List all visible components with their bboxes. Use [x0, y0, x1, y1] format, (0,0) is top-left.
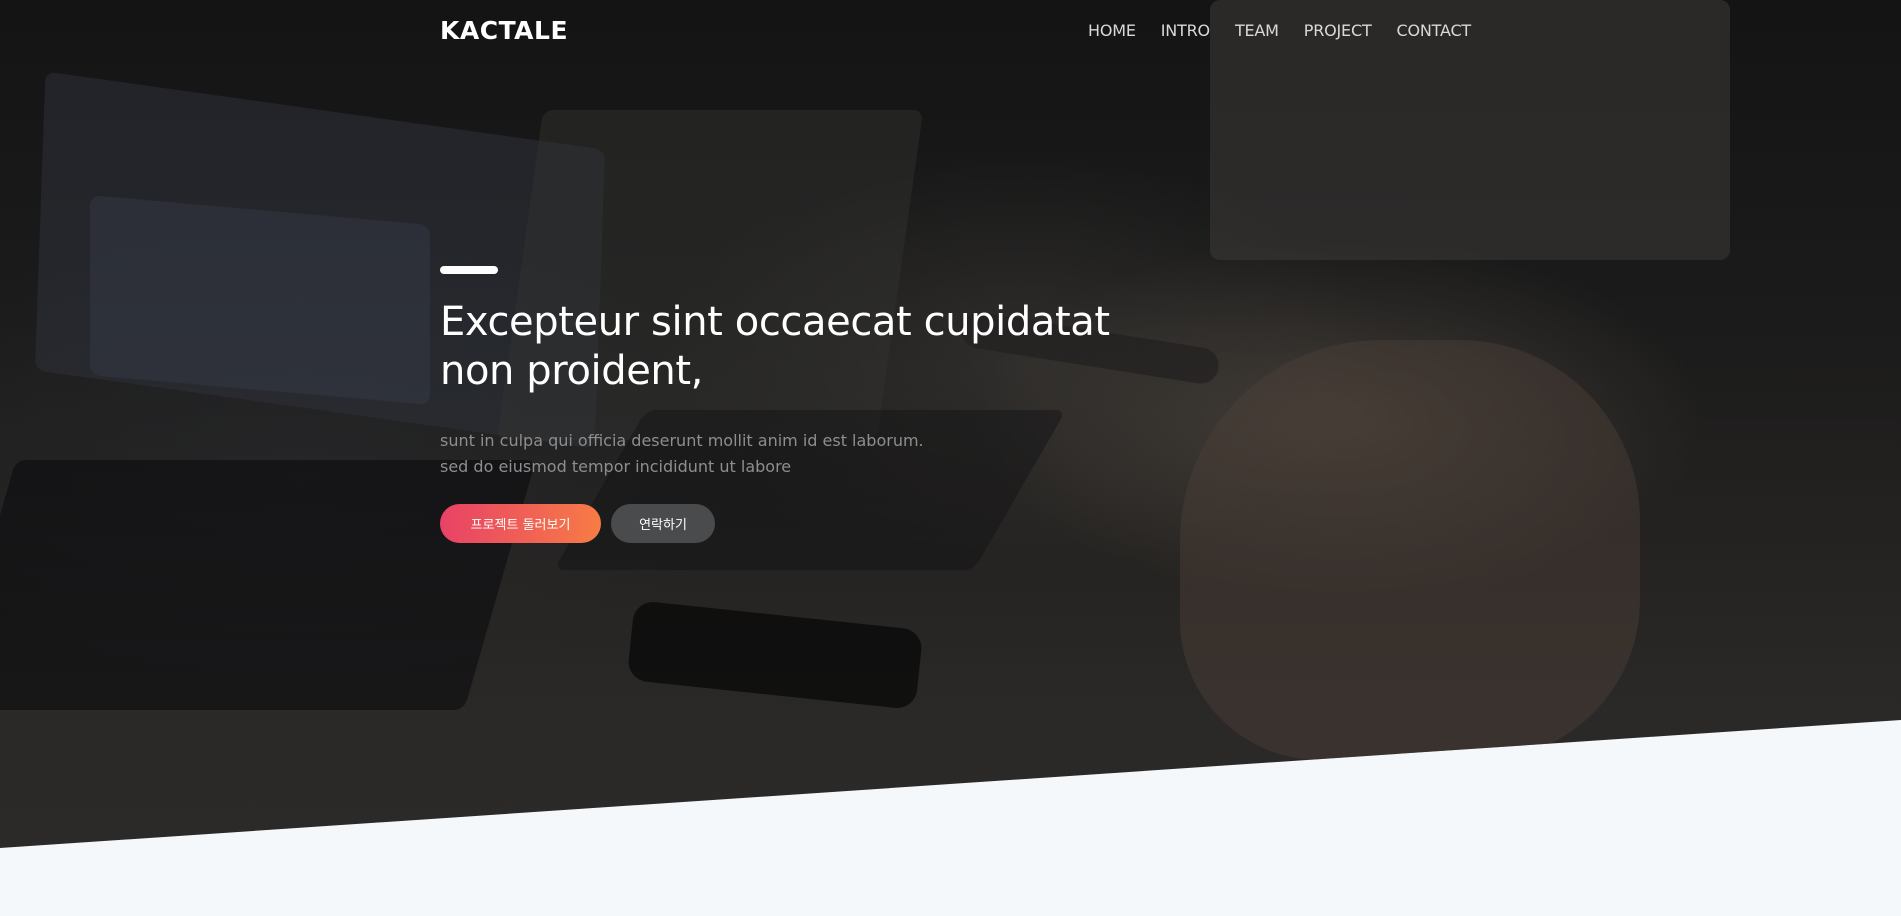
nav-item-intro[interactable]: INTRO: [1161, 21, 1210, 40]
nav-item-home[interactable]: HOME: [1088, 21, 1136, 40]
hero-subtitle-line-2: sed do eiusmod tempor incididunt ut labo…: [440, 457, 792, 476]
hero-subtitle: sunt in culpa qui officia deserunt molli…: [440, 428, 1000, 480]
background-hand: [1180, 340, 1640, 760]
contact-button[interactable]: 연락하기: [611, 504, 715, 543]
nav-item-project[interactable]: PROJECT: [1304, 21, 1372, 40]
main-nav: HOME INTRO TEAM PROJECT CONTACT: [1088, 21, 1496, 40]
hero-subtitle-line-1: sunt in culpa qui officia deserunt molli…: [440, 431, 924, 450]
explore-projects-button[interactable]: 프로젝트 둘러보기: [440, 504, 601, 543]
background-laptop-keyboard: [0, 460, 536, 710]
brand-logo[interactable]: KACTALE: [440, 16, 568, 45]
hero-title-line-1: Excepteur sint occaecat cupidatat: [440, 299, 1110, 345]
nav-item-contact[interactable]: CONTACT: [1397, 21, 1472, 40]
background-phone: [626, 600, 924, 710]
landing-page: KACTALE HOME INTRO TEAM PROJECT CONTACT …: [0, 0, 1901, 916]
nav-item-team[interactable]: TEAM: [1235, 21, 1279, 40]
hero-title-line-2: non proident,: [440, 348, 703, 394]
hero-title: Excepteur sint occaecat cupidatat non pr…: [440, 298, 1140, 396]
background-laptop-display: [90, 195, 430, 405]
hero-accent-bar: [440, 266, 498, 274]
